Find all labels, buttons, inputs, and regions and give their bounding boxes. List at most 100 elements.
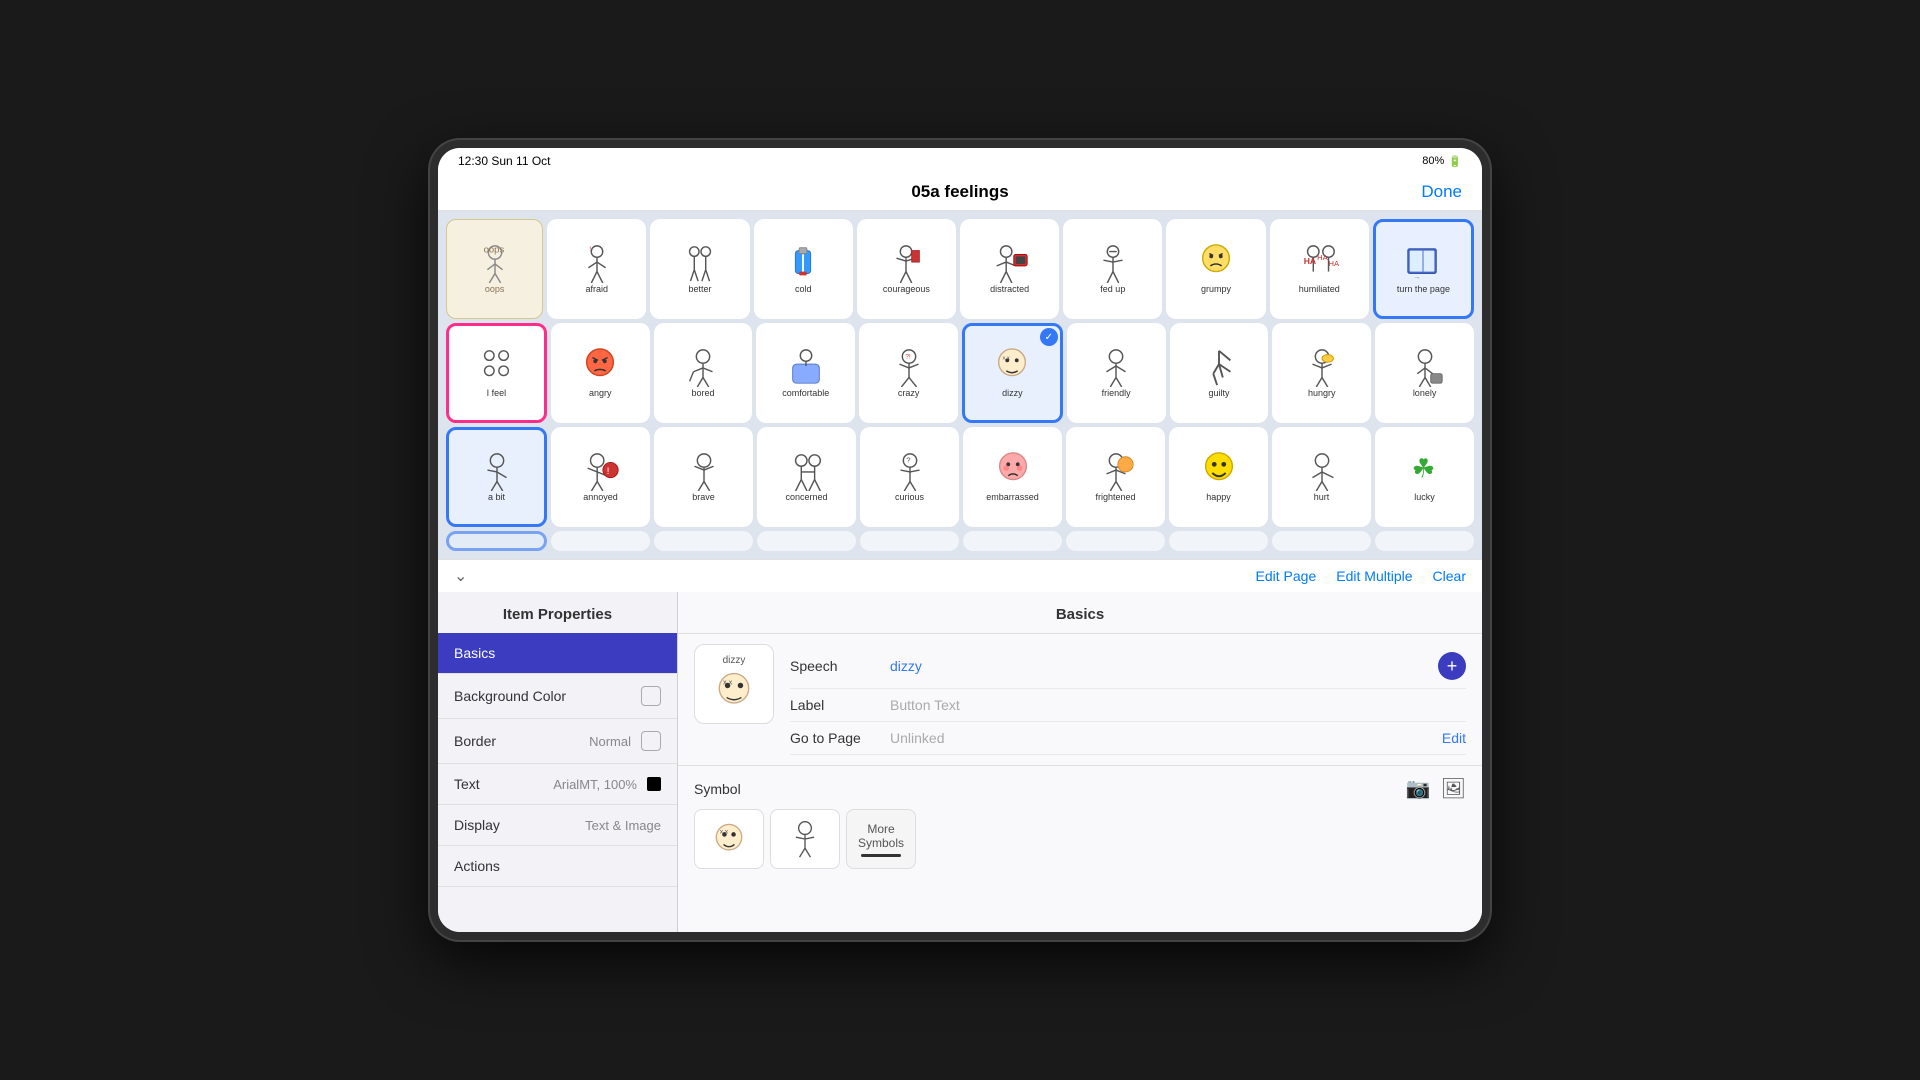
add-speech-button[interactable]: +: [1438, 652, 1466, 680]
cell-curious[interactable]: ? curious: [860, 427, 959, 527]
cell-comfortable[interactable]: comfortable: [756, 323, 855, 423]
menu-text[interactable]: Text ArialMT, 100%: [438, 764, 677, 805]
properties-table: Speech dizzy + Label Button Text Go to P…: [790, 644, 1466, 755]
cell-angry[interactable]: angry: [551, 323, 650, 423]
done-button[interactable]: Done: [1421, 182, 1462, 202]
symbol-icons: 📷 🖼: [1406, 776, 1466, 801]
menu-border[interactable]: Border Normal: [438, 719, 677, 764]
goto-edit-button[interactable]: Edit: [1442, 730, 1466, 746]
svg-text:HA: HA: [1304, 256, 1316, 266]
cell-dizzy[interactable]: ✓ x x dizzy: [962, 323, 1063, 423]
cell-cold[interactable]: cold: [754, 219, 853, 319]
grid-row-1: oops oops !: [446, 219, 1474, 319]
symbol-section: Symbol 📷 🖼: [678, 765, 1482, 879]
menu-actions[interactable]: Actions: [438, 846, 677, 887]
menu-display[interactable]: Display Text & Image: [438, 805, 677, 846]
cell-a-bit[interactable]: a bit: [446, 427, 547, 527]
svg-text:!: !: [606, 466, 609, 477]
cell-row4-6[interactable]: [963, 531, 1062, 551]
status-bar: 12:30 Sun 11 Oct 80% 🔋: [438, 148, 1482, 174]
cell-guilty[interactable]: guilty: [1170, 323, 1269, 423]
speech-row: Speech dizzy +: [790, 644, 1466, 689]
cell-friendly[interactable]: friendly: [1067, 323, 1166, 423]
item-preview-row: dizzy x x Speech: [694, 644, 1466, 755]
svg-text:?!: ?!: [905, 353, 911, 360]
grid-row-3: a bit !: [446, 427, 1474, 527]
battery-indicator: 80% 🔋: [1422, 155, 1462, 168]
cell-row4-8[interactable]: [1169, 531, 1268, 551]
svg-text:?: ?: [906, 455, 910, 464]
cell-embarrassed[interactable]: embarrassed: [963, 427, 1062, 527]
cell-grumpy[interactable]: grumpy: [1166, 219, 1265, 319]
right-panel: Basics dizzy x x: [678, 592, 1482, 932]
cell-afraid[interactable]: ! afraid: [547, 219, 646, 319]
camera-icon[interactable]: 📷: [1406, 776, 1431, 801]
goto-row: Go to Page Unlinked Edit: [790, 722, 1466, 755]
clear-button[interactable]: Clear: [1433, 568, 1466, 584]
symbol-grid: x x: [694, 809, 1466, 869]
symbol-thumb-more[interactable]: More Symbols: [846, 809, 916, 869]
symbol-header: Symbol 📷 🖼: [694, 776, 1466, 801]
cell-happy[interactable]: happy: [1169, 427, 1268, 527]
cell-lucky[interactable]: ☘ lucky: [1375, 427, 1474, 527]
cell-row4-1[interactable]: [446, 531, 547, 551]
page-title: 05a feelings: [911, 182, 1008, 202]
menu-basics[interactable]: Basics: [438, 633, 677, 674]
svg-text:HA: HA: [1329, 259, 1340, 268]
cell-hurt[interactable]: hurt: [1272, 427, 1371, 527]
selected-checkmark: ✓: [1040, 328, 1058, 346]
grid-row-4: [446, 531, 1474, 551]
cell-hungry[interactable]: hungry: [1272, 323, 1371, 423]
cell-better[interactable]: better: [650, 219, 749, 319]
menu-background-color[interactable]: Background Color: [438, 674, 677, 719]
feelings-grid: oops oops !: [438, 211, 1482, 559]
cell-fed-up[interactable]: fed up: [1063, 219, 1162, 319]
cell-courageous[interactable]: courageous: [857, 219, 956, 319]
cell-bored[interactable]: bored: [654, 323, 753, 423]
collapse-button[interactable]: ⌄: [454, 566, 467, 586]
cell-annoyed[interactable]: ! annoyed: [551, 427, 650, 527]
item-preview: dizzy x x: [694, 644, 774, 724]
cell-distracted[interactable]: distracted: [960, 219, 1059, 319]
cell-row4-9[interactable]: [1272, 531, 1371, 551]
cell-oops[interactable]: oops oops: [446, 219, 543, 319]
svg-text:HA: HA: [1317, 253, 1328, 262]
svg-text:→: →: [1414, 274, 1421, 281]
svg-text:☘: ☘: [1411, 454, 1435, 484]
svg-text:x x: x x: [720, 829, 729, 836]
cell-row4-10[interactable]: [1375, 531, 1474, 551]
symbol-thumb-2[interactable]: [770, 809, 840, 869]
cell-crazy[interactable]: ?! crazy: [859, 323, 958, 423]
svg-text:oops: oops: [483, 245, 504, 256]
item-properties-title: Item Properties: [438, 592, 677, 633]
cell-row4-4[interactable]: [757, 531, 856, 551]
cell-concerned[interactable]: concerned: [757, 427, 856, 527]
image-icon[interactable]: 🖼: [1441, 776, 1466, 801]
cell-lonely[interactable]: lonely: [1375, 323, 1474, 423]
header: 05a feelings Done: [438, 174, 1482, 211]
cell-row4-5[interactable]: [860, 531, 959, 551]
edit-page-button[interactable]: Edit Page: [1256, 568, 1317, 584]
cell-humiliated[interactable]: HA HA HA humiliated: [1270, 219, 1369, 319]
right-content: dizzy x x Speech: [678, 634, 1482, 765]
cell-brave[interactable]: brave: [654, 427, 753, 527]
cell-row4-2[interactable]: [551, 531, 650, 551]
label-row: Label Button Text: [790, 689, 1466, 722]
left-panel: Item Properties Basics Background Color …: [438, 592, 678, 932]
cell-frightened[interactable]: frightened: [1066, 427, 1165, 527]
symbol-title: Symbol: [694, 781, 741, 797]
status-time: 12:30 Sun 11 Oct: [458, 154, 551, 168]
edit-multiple-button[interactable]: Edit Multiple: [1336, 568, 1412, 584]
basics-title: Basics: [678, 592, 1482, 634]
background-color-checkbox[interactable]: [641, 686, 661, 706]
cell-turn-page[interactable]: → turn the page: [1373, 219, 1474, 319]
svg-text:x x: x x: [723, 677, 733, 686]
symbol-thumb-1[interactable]: x x: [694, 809, 764, 869]
svg-text:x x: x x: [1003, 355, 1010, 361]
cell-row4-7[interactable]: [1066, 531, 1165, 551]
cell-i-feel[interactable]: I feel: [446, 323, 547, 423]
bottom-toolbar: ⌄ Edit Page Edit Multiple Clear: [438, 559, 1482, 592]
bottom-panel: Item Properties Basics Background Color …: [438, 592, 1482, 932]
cell-row4-3[interactable]: [654, 531, 753, 551]
grid-row-2: I feel angry: [446, 323, 1474, 423]
